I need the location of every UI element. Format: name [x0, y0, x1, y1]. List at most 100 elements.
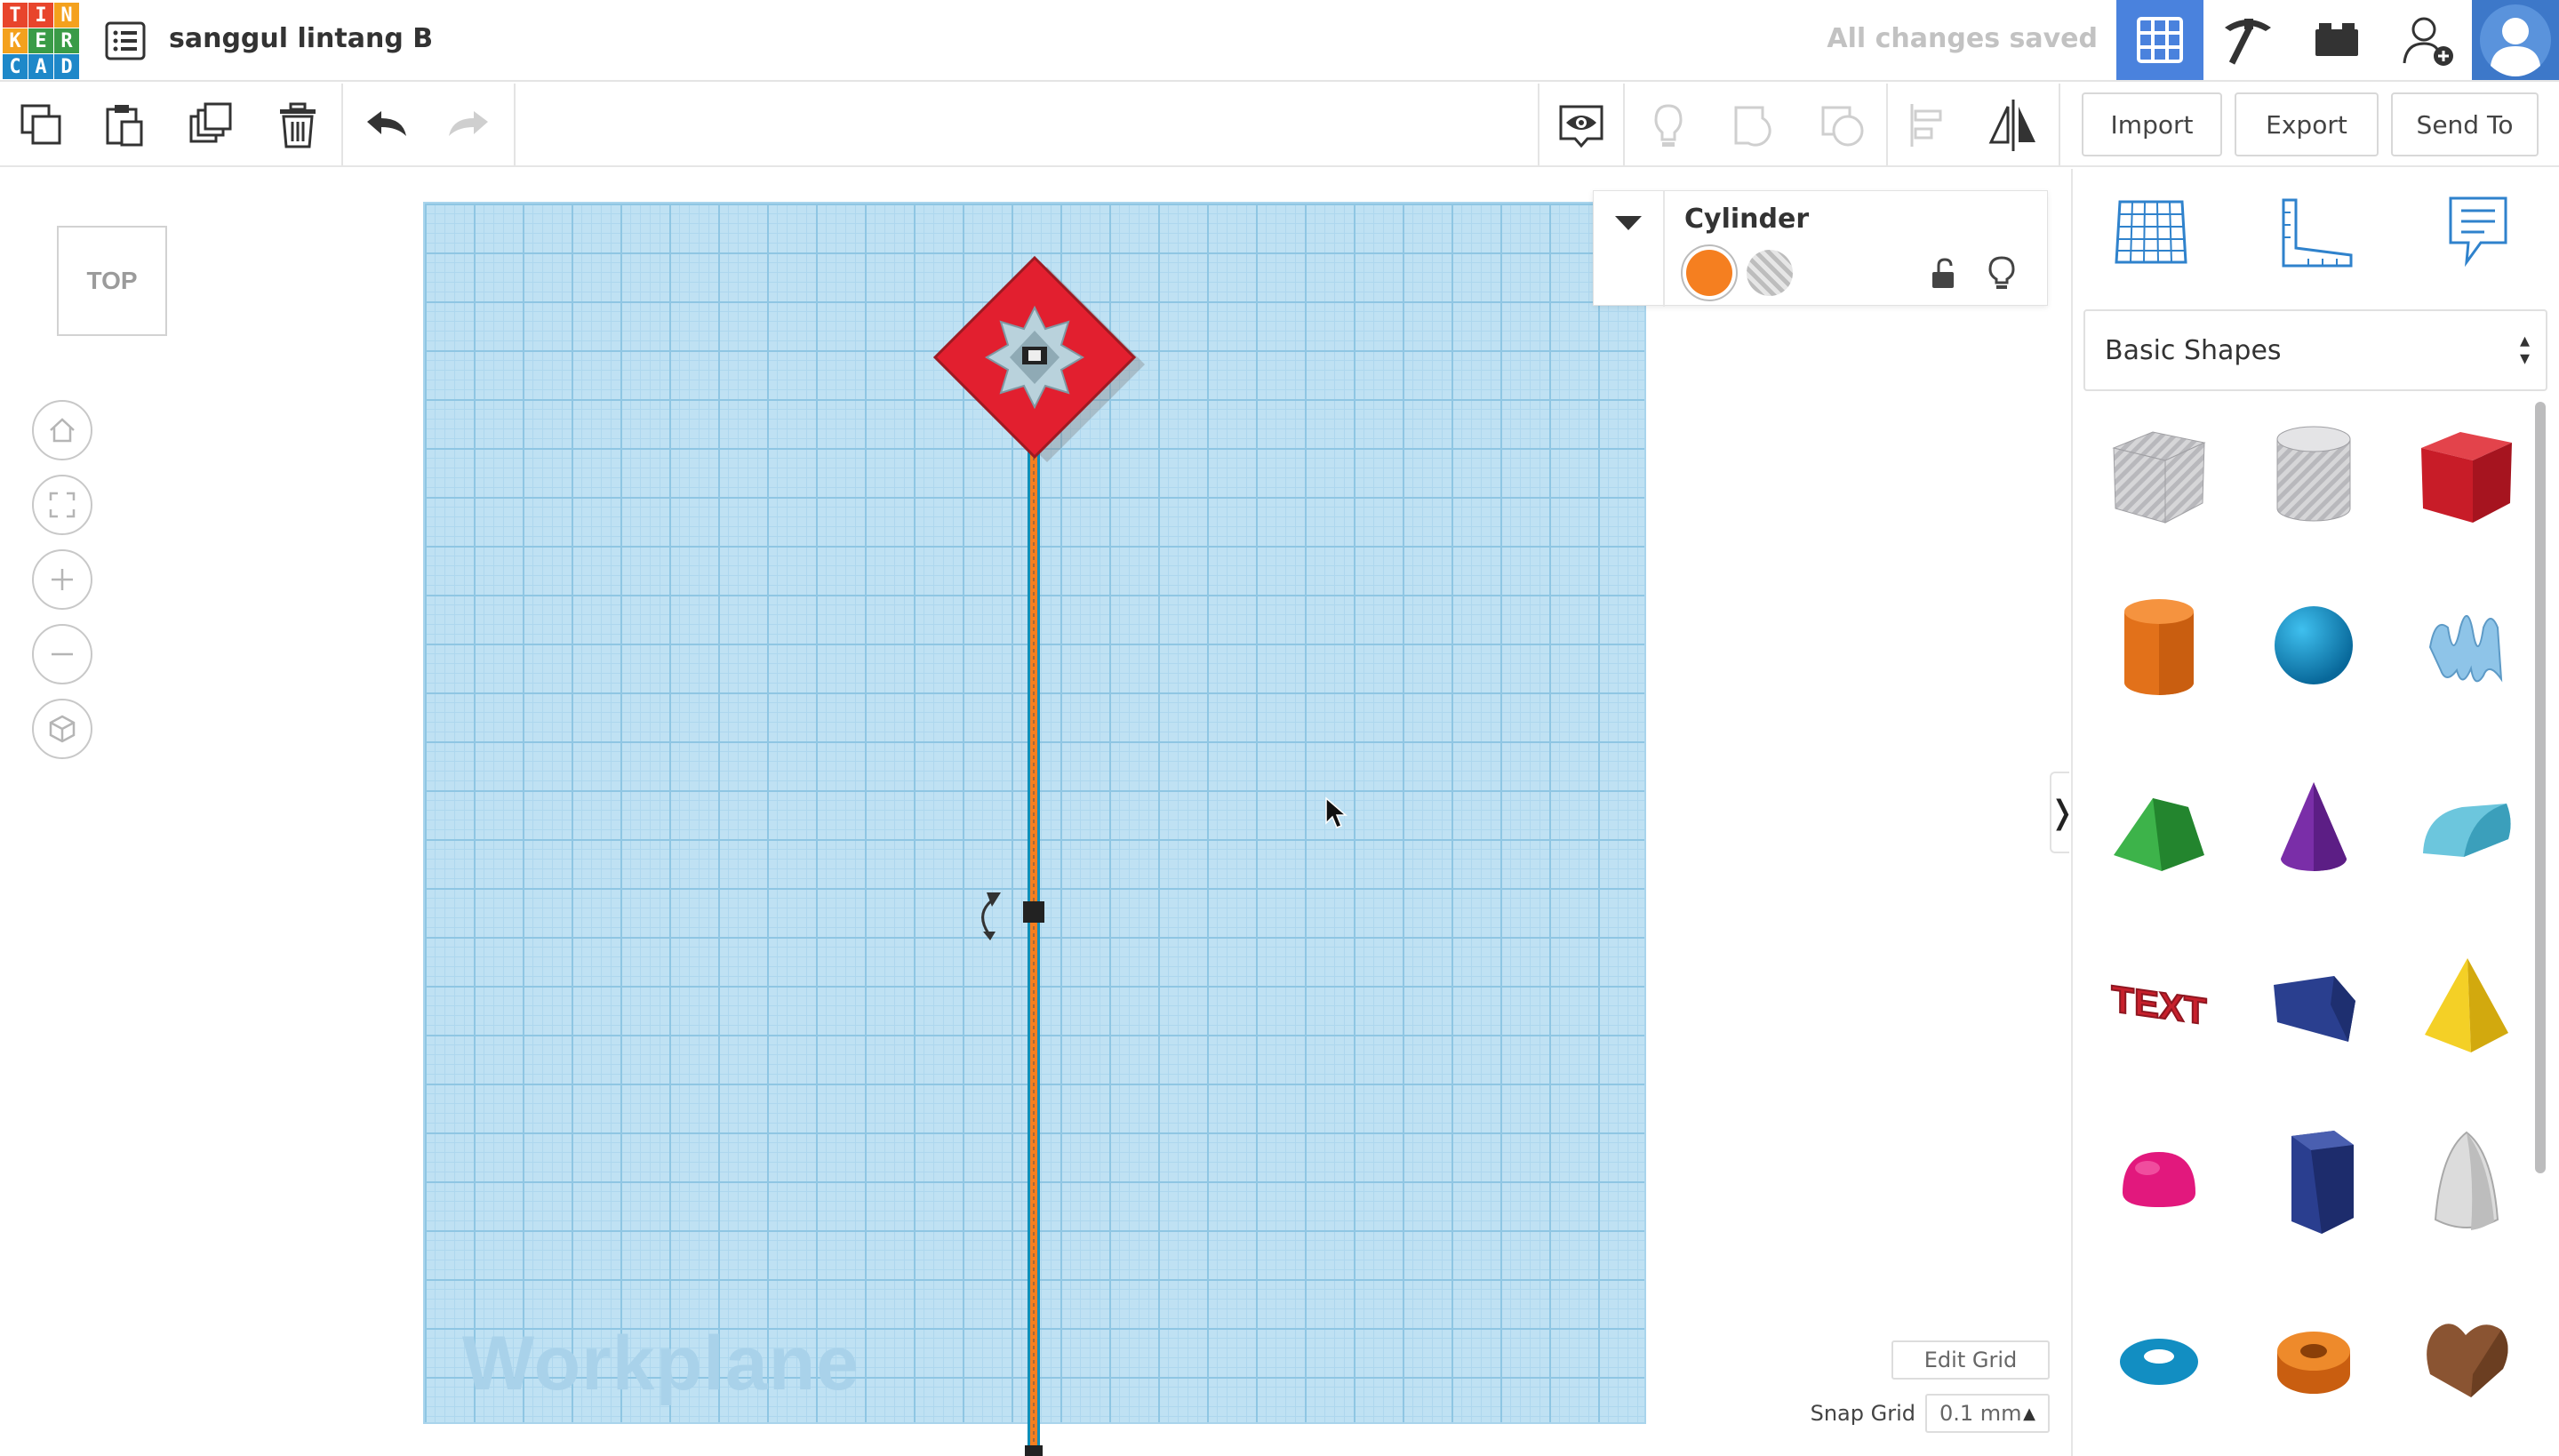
torus-icon — [2120, 1339, 2198, 1385]
view-toggle-button[interactable] — [1548, 92, 1614, 158]
shape-text[interactable]: TEXT — [2092, 940, 2226, 1074]
3d-viewport[interactable]: Workplane TOP Cylinder Edit Grid Snap Gr… — [0, 169, 2069, 1456]
solid-color-swatch — [1686, 250, 1732, 296]
redo-icon — [449, 111, 488, 136]
paste-icon — [106, 105, 143, 147]
shape-paraboloid[interactable] — [2400, 1116, 2533, 1250]
home-view-icon — [50, 418, 75, 443]
app-header: TIN KER CAD sanggul lintang B All changes … — [0, 0, 2559, 82]
selection-handle[interactable] — [1025, 1445, 1043, 1456]
bricks-view-button[interactable] — [2293, 0, 2380, 80]
shape-sphere[interactable] — [2247, 583, 2380, 716]
shape-inspector: Cylinder — [1593, 190, 2048, 307]
solid-color-button[interactable] — [1681, 244, 1738, 301]
polygon-icon — [2291, 1131, 2354, 1234]
delete-button[interactable] — [265, 92, 331, 158]
profile-avatar[interactable] — [2472, 0, 2559, 80]
align-button[interactable] — [1897, 92, 1963, 158]
ortho-view-button[interactable] — [32, 699, 92, 759]
mouse-cursor-icon — [1325, 796, 1348, 828]
diamond-ornament-object[interactable] — [932, 255, 1137, 460]
toolbar-divider — [514, 84, 516, 165]
tinkercad-logo[interactable]: TIN KER CAD — [3, 3, 79, 79]
paste-button[interactable] — [92, 92, 158, 158]
workplane-grid-icon — [2115, 200, 2187, 264]
duplicate-button[interactable] — [180, 92, 245, 158]
shape-polygon[interactable] — [2247, 1116, 2380, 1250]
shape-half-sphere[interactable] — [2092, 1116, 2226, 1250]
selection-handle[interactable] — [1023, 901, 1044, 923]
shapes-panel: Basic Shapes ▴ ▾ TEXT — [2071, 169, 2559, 1456]
shape-round-roof[interactable] — [2400, 763, 2533, 896]
copy-button[interactable] — [9, 92, 75, 158]
inspector-collapse-button[interactable] — [1594, 191, 1665, 307]
shape-cone[interactable] — [2247, 763, 2380, 896]
view-cube[interactable]: TOP — [57, 226, 167, 336]
rotate-handle[interactable] — [981, 892, 1001, 940]
logo-letter: T — [3, 3, 28, 28]
logo-letter: K — [3, 28, 28, 53]
group-button[interactable] — [1723, 92, 1788, 158]
shape-roof[interactable] — [2092, 763, 2226, 896]
shape-cylinder[interactable] — [2092, 583, 2226, 716]
cylinder-hole-icon — [2276, 426, 2351, 522]
updown-arrows-icon: ▴ ▾ — [2519, 330, 2530, 370]
undo-button[interactable] — [354, 92, 420, 158]
visibility-button[interactable] — [1978, 250, 2026, 298]
shape-heart[interactable] — [2400, 1294, 2533, 1428]
inspector-shape-name[interactable]: Cylinder — [1684, 204, 1809, 235]
redo-button[interactable] — [436, 92, 501, 158]
lock-button[interactable] — [1919, 250, 1967, 298]
home-view-button[interactable] — [32, 400, 92, 460]
3d-design-grid-icon — [2137, 17, 2183, 63]
fit-all-button[interactable] — [32, 475, 92, 535]
shape-wedge[interactable] — [2247, 940, 2380, 1074]
design-title[interactable]: sanggul lintang B — [169, 20, 433, 59]
invite-user-button[interactable] — [2386, 0, 2473, 80]
chevron-right-icon: ❭ — [2049, 795, 2069, 831]
logo-letter: E — [28, 28, 53, 53]
shapes-panel-scrollbar[interactable] — [2535, 402, 2546, 1173]
ungroup-button[interactable] — [1810, 92, 1875, 158]
zoom-out-button[interactable] — [32, 624, 92, 684]
snap-grid-label: Snap Grid — [1810, 1401, 1915, 1426]
chevron-down-icon — [1615, 216, 1642, 230]
shape-cylinder-hole[interactable] — [2247, 409, 2380, 542]
toolbar-divider — [341, 84, 343, 165]
edit-grid-button[interactable]: Edit Grid — [1891, 1340, 2050, 1380]
shape-tube[interactable] — [2247, 1294, 2380, 1428]
shape-library-value: Basic Shapes — [2105, 334, 2282, 366]
shape-scribble[interactable] — [2400, 583, 2533, 716]
logo-letter: C — [3, 54, 28, 79]
shape-library-select[interactable]: Basic Shapes ▴ ▾ — [2083, 309, 2547, 391]
import-button[interactable]: Import — [2082, 92, 2222, 156]
toolbar-divider — [2059, 84, 2060, 165]
edit-toolbar: Import Export Send To — [0, 84, 2559, 167]
shape-pyramid[interactable] — [2400, 940, 2533, 1074]
notes-tab[interactable] — [2434, 187, 2523, 276]
panel-collapse-button[interactable]: ❭ — [2049, 772, 2069, 853]
shape-torus[interactable] — [2092, 1294, 2226, 1428]
show-all-button[interactable] — [1635, 92, 1701, 158]
snap-grid-select[interactable]: 0.1 mm ▲ — [1925, 1394, 2050, 1433]
hole-button[interactable] — [1741, 244, 1798, 301]
box-icon — [2421, 432, 2512, 523]
shape-grid: TEXT — [2073, 409, 2544, 1456]
half-sphere-icon — [2123, 1152, 2195, 1207]
workplane-tab[interactable] — [2107, 187, 2195, 276]
send-to-button[interactable]: Send To — [2391, 92, 2539, 156]
ruler-tab[interactable] — [2272, 187, 2361, 276]
export-button[interactable]: Export — [2235, 92, 2379, 156]
bricks-icon — [2315, 23, 2358, 56]
cone-icon — [2281, 782, 2347, 871]
user-avatar-icon — [2480, 4, 2551, 76]
zoom-in-button[interactable] — [32, 549, 92, 610]
logo-letter: A — [28, 54, 53, 79]
3d-design-view-button[interactable] — [2116, 0, 2203, 80]
design-list-button[interactable] — [103, 21, 148, 60]
shape-box[interactable] — [2400, 409, 2533, 542]
mirror-button[interactable] — [1980, 92, 2046, 158]
shape-box-hole[interactable] — [2092, 409, 2226, 542]
codeblocks-view-button[interactable] — [2204, 0, 2291, 80]
duplicate-icon — [189, 102, 232, 143]
